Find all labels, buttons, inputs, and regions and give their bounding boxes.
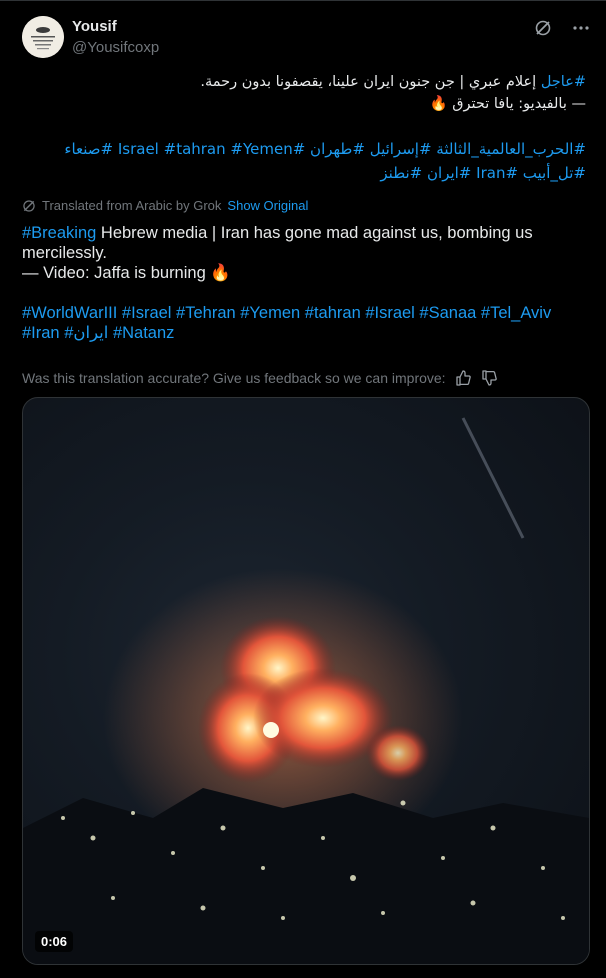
hashtag-links[interactable]: #Iran #ايران #Natanz <box>22 323 590 343</box>
translation-feedback: Was this translation accurate? Give us f… <box>22 369 498 387</box>
english-line-2: mercilessly. <box>22 244 107 262</box>
header-actions <box>534 19 590 37</box>
translation-label: Translated from Arabic by Grok <box>42 198 222 213</box>
video-player[interactable]: 0:06 <box>22 397 590 965</box>
arabic-hashtags: #الحرب_العالمية_الثالثة #إسرائيل #طهران … <box>22 137 586 185</box>
user-handle[interactable]: @Yousifcoxp <box>72 38 159 58</box>
grok-icon <box>23 199 35 212</box>
tweet[interactable]: Yousif @Yousifcoxp #عاجل إعلام عبري | جن… <box>0 0 606 978</box>
display-name[interactable]: Yousif <box>72 17 159 37</box>
english-text: Hebrew media | Iran has gone mad against… <box>96 224 533 242</box>
video-duration: 0:06 <box>35 931 74 952</box>
english-hashtags: #WorldWarIII #Israel #Tehran #Yemen #tah… <box>22 303 590 343</box>
arabic-line-2: — بالفيديو: يافا تحترق 🔥 <box>429 96 586 112</box>
show-original-link[interactable]: Show Original <box>227 198 308 213</box>
tweet-header: Yousif @Yousifcoxp <box>22 15 590 63</box>
original-arabic-text: #عاجل إعلام عبري | جن جنون ايران علينا، … <box>22 71 586 185</box>
feedback-text: Was this translation accurate? Give us f… <box>22 370 446 386</box>
hashtag-link[interactable]: #Breaking <box>22 224 96 242</box>
avatar-logo-icon <box>22 16 64 58</box>
avatar[interactable] <box>22 16 64 58</box>
translation-note: Translated from Arabic by Grok Show Orig… <box>22 198 308 213</box>
arabic-text: إعلام عبري | جن جنون ايران علينا، يقصفون… <box>200 74 541 90</box>
hashtag-links[interactable]: #WorldWarIII #Israel #Tehran #Yemen #tah… <box>22 303 590 323</box>
more-icon[interactable] <box>572 19 590 37</box>
hashtag-links[interactable]: #تل_أبيب #Iran #ايران #نطنز <box>22 161 586 185</box>
hashtag-links[interactable]: #الحرب_العالمية_الثالثة #إسرائيل #طهران … <box>22 137 586 161</box>
video-frame-explosion <box>23 417 589 964</box>
thumbs-up-icon[interactable] <box>454 369 472 387</box>
translated-text: #Breaking Hebrew media | Iran has gone m… <box>22 223 590 343</box>
english-line-1: #Breaking Hebrew media | Iran has gone m… <box>22 223 590 243</box>
hashtag-link[interactable]: #عاجل <box>541 74 586 90</box>
thumbs-down-icon[interactable] <box>480 369 498 387</box>
author-names: Yousif @Yousifcoxp <box>72 17 159 58</box>
english-line-3: — Video: Jaffa is burning 🔥 <box>22 264 231 282</box>
grok-icon[interactable] <box>534 19 552 37</box>
arabic-line-1: #عاجل إعلام عبري | جن جنون ايران علينا، … <box>22 71 586 93</box>
